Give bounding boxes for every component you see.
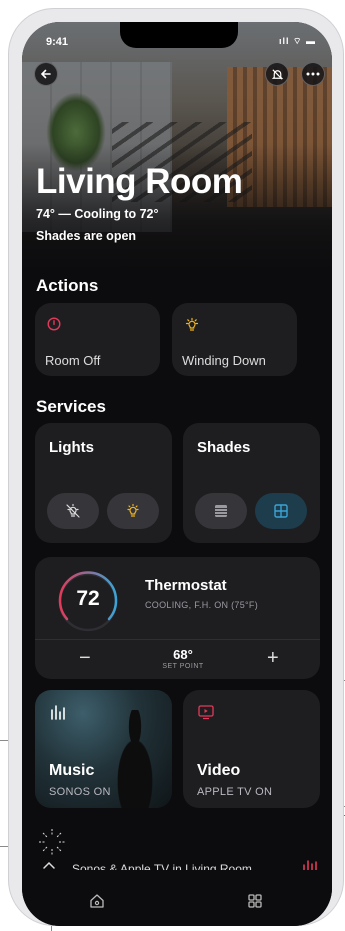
media-music-card[interactable]: Music SONOS ON: [35, 690, 172, 808]
action-label: Room Off: [45, 353, 101, 368]
action-room-off[interactable]: Room Off: [35, 303, 160, 376]
tab-home[interactable]: [82, 886, 112, 916]
equalizer-icon: [51, 705, 65, 720]
home-icon: [90, 894, 104, 908]
back-button[interactable]: [34, 62, 58, 86]
setpoint-value: 68°: [173, 647, 193, 662]
lights-on-button[interactable]: [107, 493, 159, 529]
status-icons: ıll ⌔ ▬: [279, 36, 316, 46]
setpoint-label: SET POINT: [162, 663, 204, 670]
light-off-icon: [66, 503, 80, 518]
room-hero-image: [22, 22, 332, 284]
device-notch: [120, 22, 238, 48]
thermostat-status: COOLING, F.H. ON (75°F): [145, 600, 259, 610]
mute-notifications-button[interactable]: [265, 62, 289, 86]
sunset-bulb-icon: [185, 317, 199, 331]
media-subtitle: APPLE TV ON: [197, 786, 273, 798]
arrow-left-icon: [40, 69, 51, 79]
sparkle-annotation-icon: [39, 829, 65, 855]
tab-devices[interactable]: [240, 886, 270, 916]
bell-off-icon: [271, 68, 283, 80]
media-title: Video: [197, 762, 241, 779]
lights-off-button[interactable]: [47, 493, 99, 529]
service-lights-card[interactable]: Lights: [35, 423, 172, 543]
shades-open-button[interactable]: [255, 493, 307, 529]
service-title: Lights: [49, 439, 94, 456]
setpoint-increase-button[interactable]: +: [267, 647, 279, 670]
power-icon: [47, 317, 61, 331]
room-title: Living Room: [36, 162, 243, 201]
setpoint-decrease-button[interactable]: −: [79, 647, 91, 670]
action-label: Winding Down: [182, 353, 266, 368]
media-title: Music: [49, 762, 95, 779]
media-video-card[interactable]: Video APPLE TV ON: [183, 690, 320, 808]
tv-play-icon: [198, 705, 214, 720]
action-winding-down[interactable]: Winding Down: [172, 303, 297, 376]
thermostat-card[interactable]: 72 Thermostat COOLING, F.H. ON (75°F) − …: [35, 557, 320, 679]
divider: [35, 639, 320, 640]
room-climate-status: 74° — Cooling to 72°: [36, 207, 159, 221]
light-on-icon: [127, 503, 139, 517]
app-screen: 9:41 ıll ⌔ ▬ Living Room 74° — Cooling t…: [22, 22, 332, 926]
actions-section-title: Actions: [36, 276, 99, 295]
status-time: 9:41: [46, 36, 69, 48]
shade-closed-icon: [215, 505, 227, 517]
shade-open-icon: [274, 504, 288, 518]
grid-icon: [248, 894, 262, 908]
room-shades-status: Shades are open: [36, 229, 137, 243]
chevron-up-icon: [43, 861, 55, 869]
thermostat-current-temp: 72: [76, 587, 100, 610]
more-options-button[interactable]: [301, 62, 325, 86]
service-shades-card[interactable]: Shades: [183, 423, 320, 543]
ellipsis-icon: [306, 72, 320, 76]
shades-close-button[interactable]: [195, 493, 247, 529]
tab-bar: [22, 870, 332, 926]
thermostat-name: Thermostat: [145, 577, 227, 594]
services-section-title: Services: [36, 397, 106, 416]
media-subtitle: SONOS ON: [49, 786, 111, 798]
service-title: Shades: [197, 439, 251, 456]
